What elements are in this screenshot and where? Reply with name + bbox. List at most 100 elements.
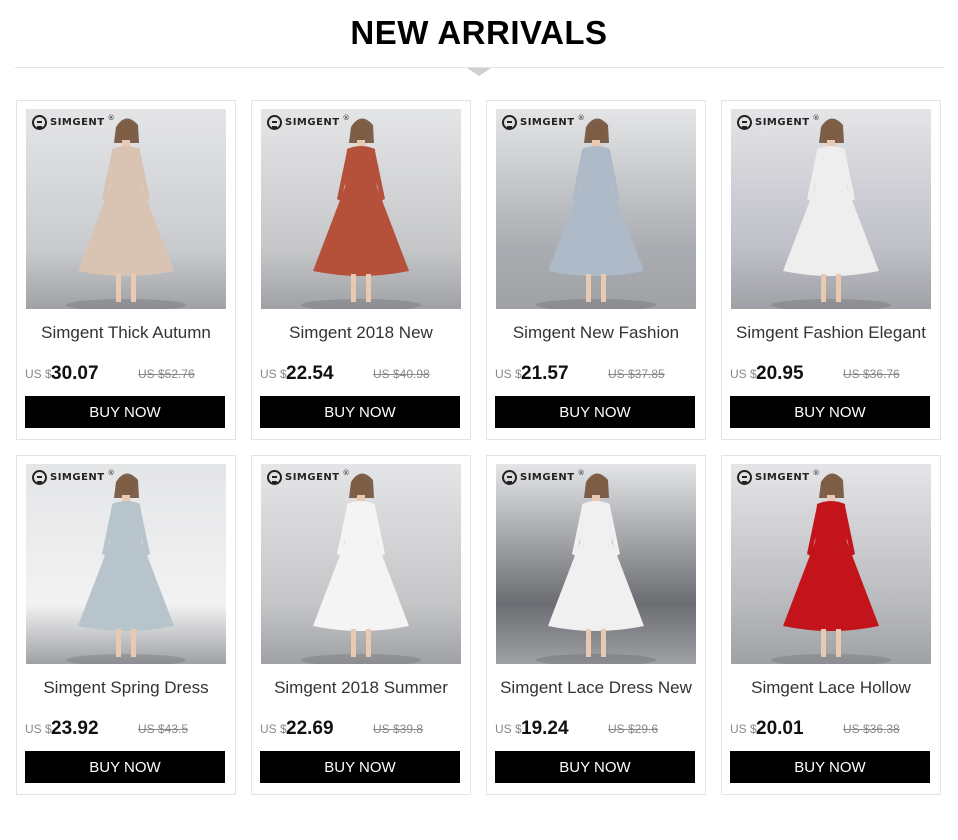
buy-now-button[interactable]: BUY NOW [260, 751, 460, 783]
sale-price: 30.07 [51, 363, 99, 384]
brand-logo-icon [502, 469, 517, 485]
brand-logo: SIMGENT ® [737, 469, 820, 485]
registered-mark: ® [107, 469, 116, 477]
product-grid: SIMGENT ® Simgent Thick Autumn US $30.07 US … [0, 0, 958, 840]
product-card[interactable]: SIMGENT ® Simgent Spring Dress US $23.92 US … [16, 455, 236, 795]
product-image[interactable]: SIMGENT ® [496, 109, 696, 309]
brand-logo-text: SIMGENT [755, 116, 810, 128]
buy-now-button[interactable]: BUY NOW [260, 396, 460, 428]
buy-now-button[interactable]: BUY NOW [495, 751, 695, 783]
product-image[interactable]: SIMGENT ® [731, 109, 931, 309]
product-name[interactable]: Simgent Lace Dress New [487, 678, 705, 698]
brand-logo-text: SIMGENT [285, 471, 340, 483]
product-name[interactable]: Simgent New Fashion [487, 323, 705, 343]
currency-label: US $ [495, 367, 522, 381]
registered-mark: ® [342, 114, 351, 122]
brand-logo-icon [737, 114, 752, 130]
sale-price: 21.57 [521, 363, 569, 384]
brand-logo: SIMGENT ® [267, 114, 350, 130]
brand-logo-text: SIMGENT [50, 116, 105, 128]
brand-logo-icon [267, 469, 282, 485]
model-illustration [771, 118, 891, 309]
sale-price: 20.95 [756, 363, 804, 384]
brand-logo-icon [502, 114, 517, 130]
price-row: US $22.54 US $40.98 [260, 363, 464, 387]
product-card[interactable]: SIMGENT ® Simgent New Fashion US $21.57 US $… [486, 100, 706, 440]
original-price: US $29.6 [608, 722, 659, 736]
model-illustration [301, 118, 421, 309]
brand-logo: SIMGENT ® [267, 469, 350, 485]
brand-logo-text: SIMGENT [285, 116, 340, 128]
product-name[interactable]: Simgent Lace Hollow [722, 678, 940, 698]
product-image[interactable]: SIMGENT ® [261, 109, 461, 309]
original-price: US $40.98 [373, 367, 430, 381]
model-illustration [536, 473, 656, 664]
product-image[interactable]: SIMGENT ® [26, 464, 226, 664]
product-image[interactable]: SIMGENT ® [731, 464, 931, 664]
price-row: US $21.57 US $37.85 [495, 363, 699, 387]
product-card[interactable]: SIMGENT ® Simgent Thick Autumn US $30.07 US … [16, 100, 236, 440]
buy-now-button[interactable]: BUY NOW [495, 396, 695, 428]
sale-price: 22.54 [286, 363, 334, 384]
currency-label: US $ [25, 722, 52, 736]
buy-now-button[interactable]: BUY NOW [25, 396, 225, 428]
product-card[interactable]: SIMGENT ® Simgent 2018 Summer US $22.69 US $… [251, 455, 471, 795]
buy-now-button[interactable]: BUY NOW [25, 751, 225, 783]
product-image[interactable]: SIMGENT ® [26, 109, 226, 309]
buy-now-button[interactable]: BUY NOW [730, 751, 930, 783]
original-price: US $39.8 [373, 722, 424, 736]
brand-logo-icon [267, 114, 282, 130]
product-card[interactable]: SIMGENT ® Simgent Lace Hollow US $20.01 US $… [721, 455, 941, 795]
sale-price: 22.69 [286, 718, 334, 739]
brand-logo-icon [32, 469, 47, 485]
price-row: US $20.01 US $36.38 [730, 718, 934, 742]
product-name[interactable]: Simgent 2018 Summer [252, 678, 470, 698]
original-price: US $43.5 [138, 722, 189, 736]
price-row: US $23.92 US $43.5 [25, 718, 229, 742]
original-price: US $36.38 [843, 722, 900, 736]
product-image[interactable]: SIMGENT ® [261, 464, 461, 664]
model-illustration [66, 473, 186, 664]
brand-logo-text: SIMGENT [520, 471, 575, 483]
brand-logo-text: SIMGENT [50, 471, 105, 483]
registered-mark: ® [812, 469, 821, 477]
currency-label: US $ [730, 367, 757, 381]
product-card[interactable]: SIMGENT ® Simgent Fashion Elegant US $20.95… [721, 100, 941, 440]
model-illustration [301, 473, 421, 664]
product-name[interactable]: Simgent 2018 New [252, 323, 470, 343]
price-row: US $19.24 US $29.6 [495, 718, 699, 742]
brand-logo-icon [32, 114, 47, 130]
registered-mark: ® [107, 114, 116, 122]
brand-logo: SIMGENT ® [32, 469, 115, 485]
registered-mark: ® [812, 114, 821, 122]
currency-label: US $ [495, 722, 522, 736]
model-illustration [536, 118, 656, 309]
buy-now-button[interactable]: BUY NOW [730, 396, 930, 428]
brand-logo: SIMGENT ® [32, 114, 115, 130]
original-price: US $52.76 [138, 367, 195, 381]
brand-logo: SIMGENT ® [502, 114, 585, 130]
brand-logo-icon [737, 469, 752, 485]
brand-logo: SIMGENT ® [502, 469, 585, 485]
currency-label: US $ [260, 722, 287, 736]
currency-label: US $ [25, 367, 52, 381]
price-row: US $22.69 US $39.8 [260, 718, 464, 742]
sale-price: 20.01 [756, 718, 804, 739]
registered-mark: ® [577, 469, 586, 477]
model-illustration [771, 473, 891, 664]
product-card[interactable]: SIMGENT ® Simgent 2018 New US $22.54 US $40.… [251, 100, 471, 440]
registered-mark: ® [342, 469, 351, 477]
sale-price: 19.24 [521, 718, 569, 739]
price-row: US $30.07 US $52.76 [25, 363, 229, 387]
original-price: US $37.85 [608, 367, 665, 381]
product-name[interactable]: Simgent Thick Autumn [17, 323, 235, 343]
product-name[interactable]: Simgent Spring Dress [17, 678, 235, 698]
registered-mark: ® [577, 114, 586, 122]
brand-logo-text: SIMGENT [755, 471, 810, 483]
product-card[interactable]: SIMGENT ® Simgent Lace Dress New US $19.24 U… [486, 455, 706, 795]
brand-logo-text: SIMGENT [520, 116, 575, 128]
currency-label: US $ [260, 367, 287, 381]
product-name[interactable]: Simgent Fashion Elegant [722, 323, 940, 343]
sale-price: 23.92 [51, 718, 99, 739]
product-image[interactable]: SIMGENT ® [496, 464, 696, 664]
